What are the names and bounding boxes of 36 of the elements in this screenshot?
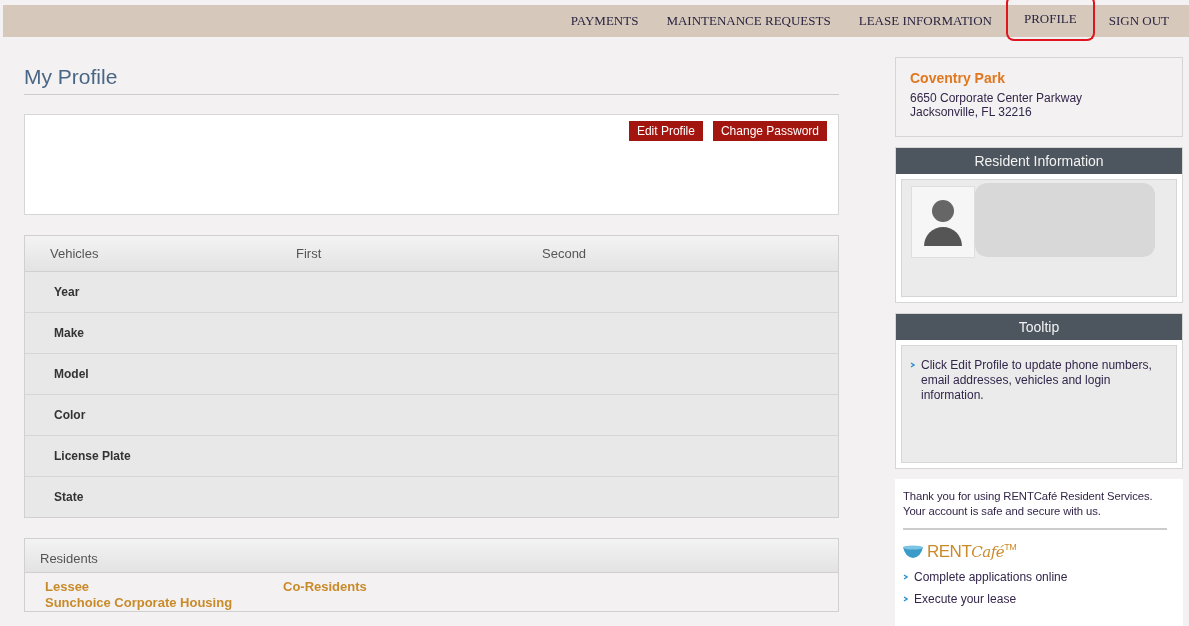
nav-link[interactable]: LEASE INFORMATION bbox=[844, 4, 1006, 38]
nav-link[interactable]: SIGN OUT bbox=[1094, 4, 1183, 38]
profile-button[interactable]: Change Password bbox=[712, 121, 827, 141]
column-label: Lessee bbox=[45, 579, 91, 595]
row-label: Year bbox=[54, 285, 80, 299]
promo-text: Thank you for using RENTCafé Resident Services. Your account is safe and secure with us. bbox=[903, 489, 1167, 530]
row-label: State bbox=[54, 490, 84, 504]
avatar-icon bbox=[923, 198, 963, 246]
nav-link[interactable]: MAINTENANCE REQUESTS bbox=[652, 4, 845, 38]
property-name: Coventry Park bbox=[910, 70, 1006, 86]
tip-text: Click Edit Profile to update phone numbers, email addresses, vehicles and login information. bbox=[921, 358, 1153, 403]
column-label: Co-Residents bbox=[283, 579, 368, 595]
cup-icon bbox=[903, 545, 925, 559]
panel-header: Resident Information bbox=[896, 148, 1182, 174]
resident-name: Sunchoice Corporate Housing bbox=[45, 595, 234, 611]
row-label: Model bbox=[54, 367, 89, 381]
nav-link[interactable]: PAYMENTS bbox=[556, 4, 653, 38]
column-header: Second bbox=[542, 246, 588, 261]
panel-header: Tooltip bbox=[896, 314, 1182, 340]
feature-item: Complete applications online bbox=[914, 570, 1068, 585]
row-label: Make bbox=[54, 326, 85, 340]
address-line: 6650 Corporate Center Parkway bbox=[910, 91, 1084, 105]
column-header: Vehicles bbox=[50, 246, 100, 261]
column-header: First bbox=[296, 246, 323, 261]
row-label: License Plate bbox=[54, 449, 131, 463]
bullet-icon bbox=[903, 596, 908, 602]
bullet-icon bbox=[903, 574, 908, 580]
row-label: Color bbox=[54, 408, 86, 422]
address-line: Jacksonville, FL 32216 bbox=[910, 105, 1033, 119]
panel-title: Residents bbox=[40, 551, 98, 566]
logo-text: RENTCafé$^{TM}$ bbox=[927, 542, 1017, 562]
nav-link[interactable]: PROFILE bbox=[1005, 0, 1095, 41]
profile-button[interactable]: Edit Profile bbox=[628, 121, 703, 141]
bullet-icon bbox=[910, 362, 915, 368]
page-title: My Profile bbox=[24, 65, 839, 95]
feature-item: Execute your lease bbox=[914, 592, 1017, 607]
